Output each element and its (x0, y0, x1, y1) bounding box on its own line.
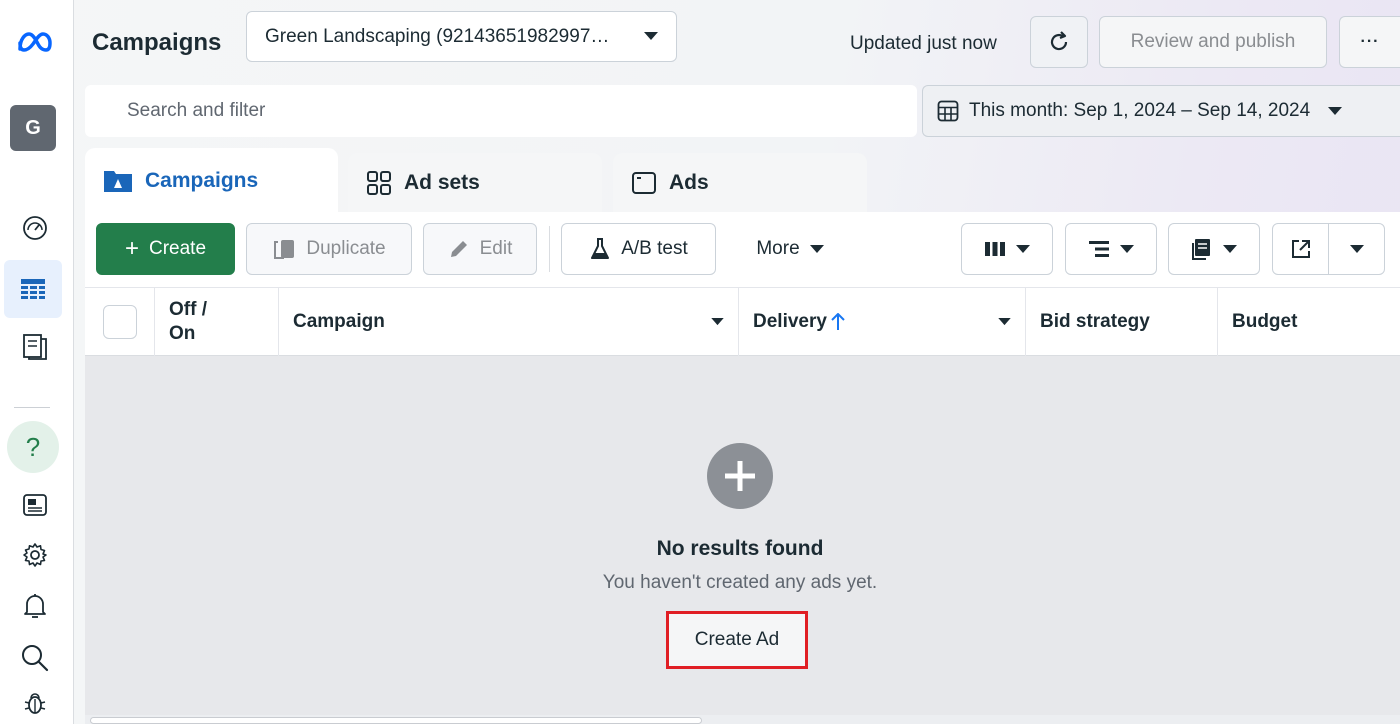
rail-divider (14, 407, 50, 408)
create-ad-button[interactable]: Create Ad (666, 611, 808, 669)
search-icon[interactable] (8, 633, 62, 683)
tab-ad-sets-label: Ad sets (404, 171, 480, 194)
horizontal-scrollbar-thumb[interactable] (90, 717, 702, 724)
tab-ads[interactable]: Ads (613, 153, 867, 213)
tab-campaigns[interactable]: Campaigns (85, 148, 338, 214)
date-range-label: This month: Sep 1, 2024 – Sep 14, 2024 (969, 100, 1311, 121)
export-options-dropdown[interactable] (1328, 223, 1385, 275)
ads-manager-table-icon[interactable] (4, 260, 62, 318)
duplicate-icon (274, 240, 295, 259)
toolbar-divider (549, 226, 550, 272)
refresh-icon (1050, 31, 1068, 51)
edit-button-label: Edit (479, 238, 513, 259)
reports-document-icon[interactable] (8, 322, 62, 372)
create-button-label: Create (148, 238, 207, 259)
ab-test-button-label: A/B test (621, 238, 688, 259)
pencil-icon (450, 241, 467, 257)
settings-gear-icon[interactable] (8, 530, 62, 580)
ellipsis-icon: ··· (1360, 33, 1380, 50)
news-card-icon[interactable] (8, 480, 62, 530)
column-header-delivery-label: Delivery (753, 310, 827, 332)
column-header-off-on-line2: On (169, 322, 196, 344)
chevron-down-icon (1349, 244, 1364, 253)
calendar-table-icon (937, 100, 959, 122)
search-and-filter-input[interactable] (85, 85, 917, 137)
tab-campaigns-label: Campaigns (145, 169, 259, 192)
column-header-budget[interactable]: Budget (1218, 287, 1400, 356)
last-updated-status: Updated just now (850, 33, 997, 54)
help-button[interactable]: ? (7, 421, 59, 473)
export-button[interactable] (1272, 223, 1329, 275)
column-header-delivery[interactable]: Delivery (739, 287, 1026, 356)
campaign-folder-icon (104, 171, 132, 192)
empty-state-subtitle: You haven't created any ads yet. (602, 572, 878, 593)
column-header-campaign[interactable]: Campaign (279, 287, 739, 356)
duplicate-button-label: Duplicate (306, 238, 386, 259)
chevron-down-icon (809, 244, 824, 253)
empty-state-title: No results found (656, 537, 824, 560)
breakdown-dropdown[interactable] (1065, 223, 1157, 275)
tab-ads-label: Ads (669, 171, 709, 194)
dashboard-gauge-icon[interactable] (8, 203, 62, 253)
ads-window-icon (632, 172, 656, 194)
ad-sets-grid-icon (367, 171, 391, 195)
page-title: Campaigns (92, 29, 222, 56)
chevron-down-icon (1328, 106, 1343, 115)
bug-report-icon[interactable] (8, 683, 62, 723)
more-options-button[interactable]: ··· (1339, 16, 1400, 68)
avatar-initial: G (25, 116, 41, 139)
sort-dropdown-icon[interactable] (998, 317, 1011, 326)
columns-icon (985, 242, 1005, 256)
chevron-down-icon (1223, 244, 1237, 253)
chevron-down-icon (644, 32, 658, 40)
column-header-off-on-line1: Off / (169, 298, 207, 320)
column-header-campaign-label: Campaign (293, 310, 385, 332)
create-button[interactable]: + Create (96, 223, 235, 275)
chevron-down-icon (1120, 244, 1134, 253)
ad-account-selector[interactable]: Green Landscaping (92143651982997… (246, 11, 677, 62)
sort-dropdown-icon[interactable] (711, 317, 724, 326)
meta-logo-icon[interactable] (8, 17, 62, 67)
flask-icon (591, 238, 610, 259)
select-all-column (85, 287, 155, 356)
help-icon: ? (25, 431, 41, 462)
refresh-button[interactable] (1030, 16, 1088, 68)
ab-test-button[interactable]: A/B test (561, 223, 716, 275)
column-header-off-on[interactable]: Off / On (155, 287, 279, 356)
plus-icon: + (124, 235, 139, 262)
breakdown-icon (1089, 241, 1109, 257)
select-all-checkbox[interactable] (102, 304, 137, 339)
date-range-picker[interactable]: This month: Sep 1, 2024 – Sep 14, 2024 (922, 85, 1400, 137)
account-avatar[interactable]: G (10, 105, 56, 151)
sort-ascending-arrow-icon (831, 312, 845, 330)
chevron-down-icon (1016, 244, 1030, 253)
left-navigation-rail: G ? (0, 0, 74, 724)
reports-icon (1192, 239, 1210, 260)
more-actions-label: More (756, 238, 800, 259)
reports-dropdown[interactable] (1168, 223, 1260, 275)
columns-dropdown[interactable] (961, 223, 1053, 275)
duplicate-button[interactable]: Duplicate (246, 223, 412, 275)
tab-ad-sets[interactable]: Ad sets (348, 153, 602, 213)
review-and-publish-button[interactable]: Review and publish (1099, 16, 1327, 68)
export-icon (1291, 240, 1310, 258)
more-actions-dropdown[interactable]: More (735, 223, 845, 275)
column-header-bid-strategy[interactable]: Bid strategy (1026, 287, 1218, 356)
notifications-bell-icon[interactable] (8, 581, 62, 631)
edit-button[interactable]: Edit (423, 223, 537, 275)
add-circle-icon (707, 443, 773, 509)
ad-account-name: Green Landscaping (92143651982997… (265, 25, 610, 47)
